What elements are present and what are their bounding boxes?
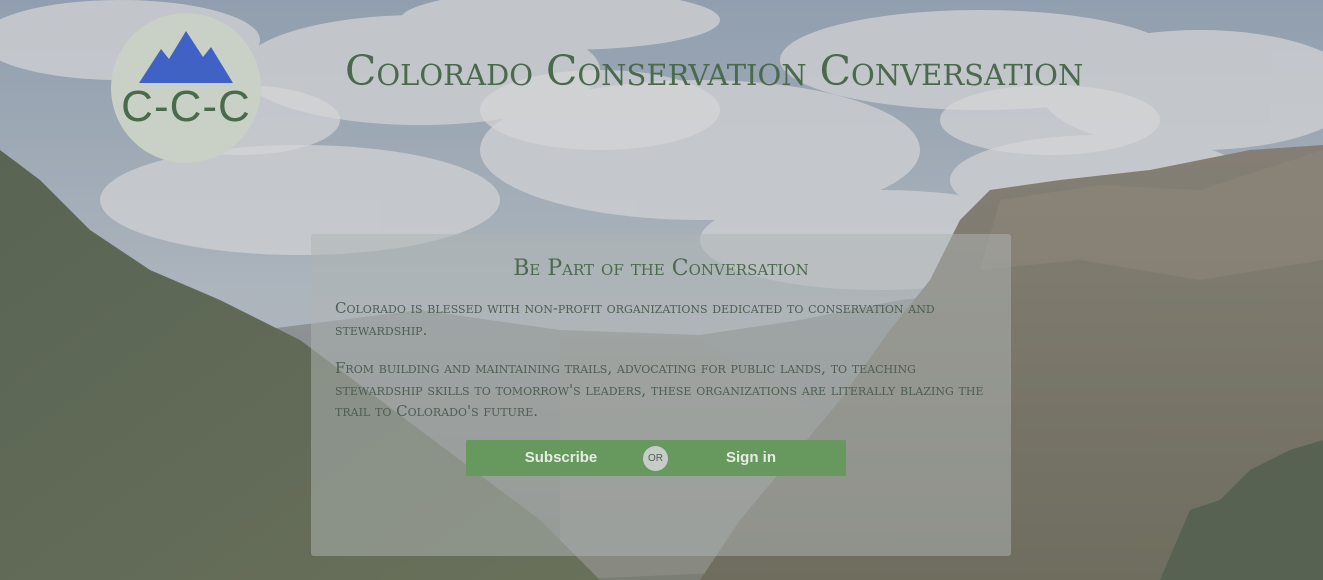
or-divider: or — [643, 446, 668, 471]
intro-paragraph-2: From building and maintaining trails, ad… — [335, 359, 984, 420]
panel-title: Be Part of the Conversation — [513, 256, 809, 281]
intro-paragraph-1: Colorado is blessed with non-profit orga… — [335, 299, 935, 339]
site-title: Colorado Conservation Conversation — [345, 47, 1084, 95]
intro-panel: Be Part of the Conversation Colorado is … — [311, 234, 1011, 556]
mountain-icon — [139, 31, 233, 83]
logo-text: C-C-C — [121, 82, 251, 131]
site-logo[interactable]: C-C-C — [111, 13, 261, 163]
auth-button-group: Subscribe Sign in or — [466, 440, 846, 476]
sign-in-button[interactable]: Sign in — [656, 440, 846, 476]
subscribe-button[interactable]: Subscribe — [466, 440, 656, 476]
